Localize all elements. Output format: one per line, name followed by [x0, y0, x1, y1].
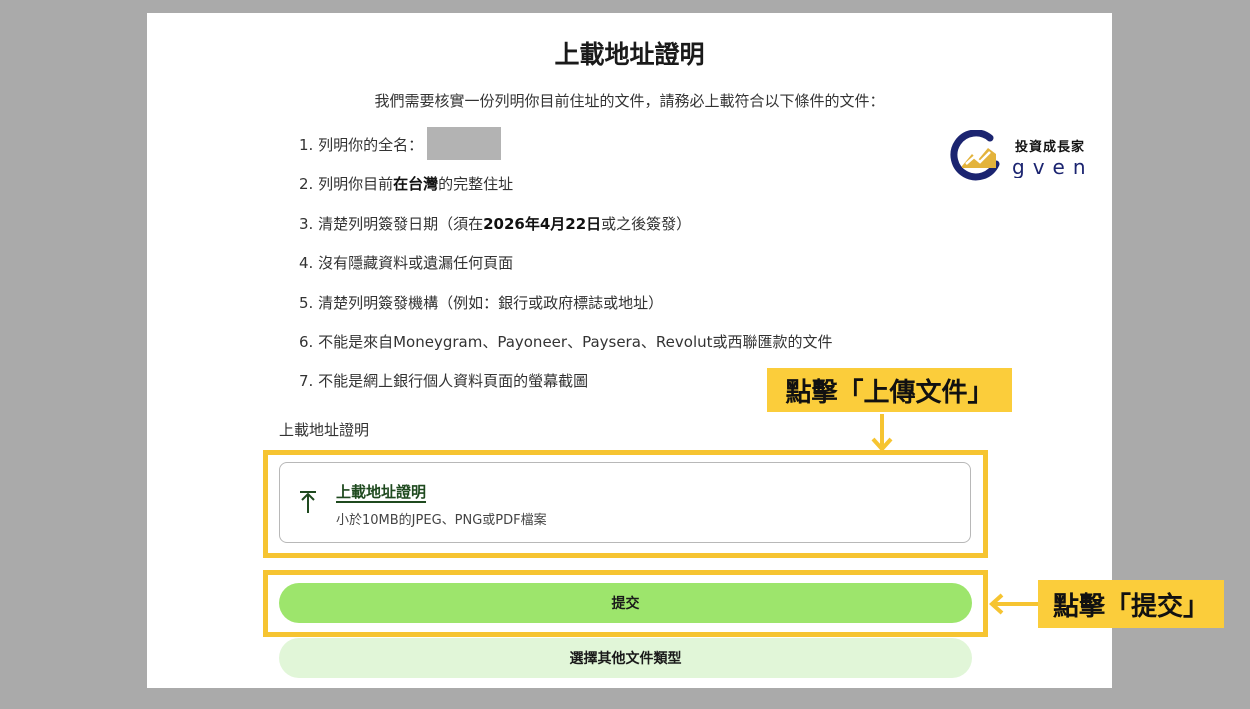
requirement-text: 清楚列明簽發日期（須在: [318, 214, 484, 233]
requirement-text: 不能是來自Moneygram、Payoneer、Paysera、Revolut或…: [318, 332, 833, 351]
requirement-text: 列明你的全名：: [318, 136, 424, 154]
requirement-text-after: 或之後簽發）: [601, 214, 692, 233]
brand-logo: 投資成長家 GVEN: [950, 126, 1102, 186]
requirement-number: 5.: [299, 293, 314, 312]
down-arrow-icon: [871, 414, 893, 452]
requirement-item: 6. 不能是來自Moneygram、Payoneer、Paysera、Revol…: [299, 332, 833, 371]
requirement-item: 4. 沒有隱藏資料或遺漏任何頁面: [299, 253, 833, 292]
choose-other-type-button[interactable]: 選擇其他文件類型: [279, 638, 972, 678]
logo-english-text: GVEN: [1012, 155, 1100, 184]
upload-field-label: 上載地址證明: [279, 421, 370, 439]
requirement-item: 3. 清楚列明簽發日期（須在 2026年4月22日 或之後簽發）: [299, 214, 833, 253]
requirement-text: 沒有隱藏資料或遺漏任何頁面: [318, 254, 514, 273]
requirement-number: 1.: [299, 136, 314, 154]
requirement-text: 不能是網上銀行個人資料頁面的螢幕截圖: [318, 372, 589, 391]
requirement-number: 2.: [299, 175, 314, 194]
requirements-list: 1. 列明你的全名： 2. 列明你目前 在台灣 的完整住址 3. 清楚列明簽發日期（…: [299, 127, 833, 411]
requirement-text: 列明你目前: [318, 175, 394, 194]
requirement-number: 7.: [299, 372, 314, 391]
intro-text: 我們需要核實一份列明你目前住址的文件，請務必上載符合以下條件的文件：: [374, 92, 885, 110]
requirement-bold: 在台灣: [393, 175, 439, 194]
requirement-bold: 2026年4月22日: [483, 214, 602, 233]
requirement-number: 3.: [299, 214, 314, 233]
left-arrow-icon: [989, 593, 1038, 615]
logo-wordmark: GVEN: [1012, 155, 1094, 179]
requirement-text-after: 的完整住址: [438, 175, 514, 194]
redacted-name: [427, 127, 502, 160]
requirement-item: 7. 不能是網上銀行個人資料頁面的螢幕截圖: [299, 371, 833, 410]
logo-chinese-text: 投資成長家: [1015, 140, 1086, 155]
logo-mark-icon: [950, 130, 1000, 181]
upload-highlight-box: [263, 450, 988, 558]
submit-highlight-box: [263, 570, 988, 637]
requirement-item: 5. 清楚列明簽發機構（例如：銀行或政府標誌或地址）: [299, 293, 833, 332]
upload-callout: 點擊「上傳文件」: [767, 368, 1012, 412]
requirement-text: 清楚列明簽發機構（例如：銀行或政府標誌或地址）: [318, 293, 664, 312]
submit-callout: 點擊「提交」: [1038, 580, 1224, 628]
requirement-item: 1. 列明你的全名：: [299, 127, 833, 174]
requirement-item: 2. 列明你目前 在台灣 的完整住址: [299, 174, 833, 213]
requirement-number: 6.: [299, 332, 314, 351]
logo-wordmark-text: GVEN: [1012, 156, 1094, 178]
requirement-number: 4.: [299, 254, 314, 273]
page-title: 上載地址證明: [554, 40, 705, 69]
